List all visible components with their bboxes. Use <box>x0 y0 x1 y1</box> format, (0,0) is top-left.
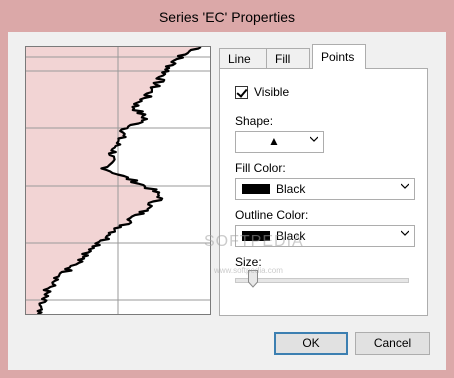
series-preview-plot <box>26 46 210 316</box>
tab-points[interactable]: Points <box>312 44 366 69</box>
series-preview <box>25 46 211 316</box>
fill-color-swatch <box>242 184 270 194</box>
ok-button[interactable]: OK <box>274 332 348 355</box>
cancel-button[interactable]: Cancel <box>355 332 430 355</box>
tab-fill[interactable]: Fill <box>266 48 310 68</box>
properties-window: Series 'EC' Properties Line Fill Points … <box>0 0 454 378</box>
shape-label: Shape: <box>235 114 274 128</box>
fill-color-value: Black <box>276 182 306 196</box>
size-slider-thumb[interactable] <box>248 270 258 288</box>
outline-color-select[interactable]: Black <box>235 225 415 247</box>
outline-color-label: Outline Color: <box>235 208 309 222</box>
preview-fill-area <box>26 47 201 314</box>
outline-color-swatch <box>242 231 270 241</box>
fill-color-label: Fill Color: <box>235 161 286 175</box>
visible-checkbox[interactable] <box>235 85 248 99</box>
points-panel: Visible Shape: ▲ Fill Color: Black Outli… <box>219 68 428 316</box>
visible-label: Visible <box>254 85 290 99</box>
chevron-down-icon <box>401 230 409 236</box>
triangle-icon: ▲ <box>268 134 280 148</box>
chevron-down-icon <box>401 183 409 189</box>
shape-select[interactable]: ▲ <box>235 131 324 153</box>
tab-line[interactable]: Line <box>219 48 267 68</box>
window-title: Series 'EC' Properties <box>158 9 296 25</box>
visible-checkbox-row[interactable]: Visible <box>235 85 289 99</box>
chevron-down-icon <box>310 136 318 142</box>
size-slider-track[interactable] <box>235 278 409 283</box>
outline-color-value: Black <box>276 229 306 243</box>
fill-color-select[interactable]: Black <box>235 178 415 200</box>
dialog-client-area: Line Fill Points Visible Shape: ▲ Fill C… <box>8 32 446 370</box>
size-label: Size: <box>235 255 262 269</box>
